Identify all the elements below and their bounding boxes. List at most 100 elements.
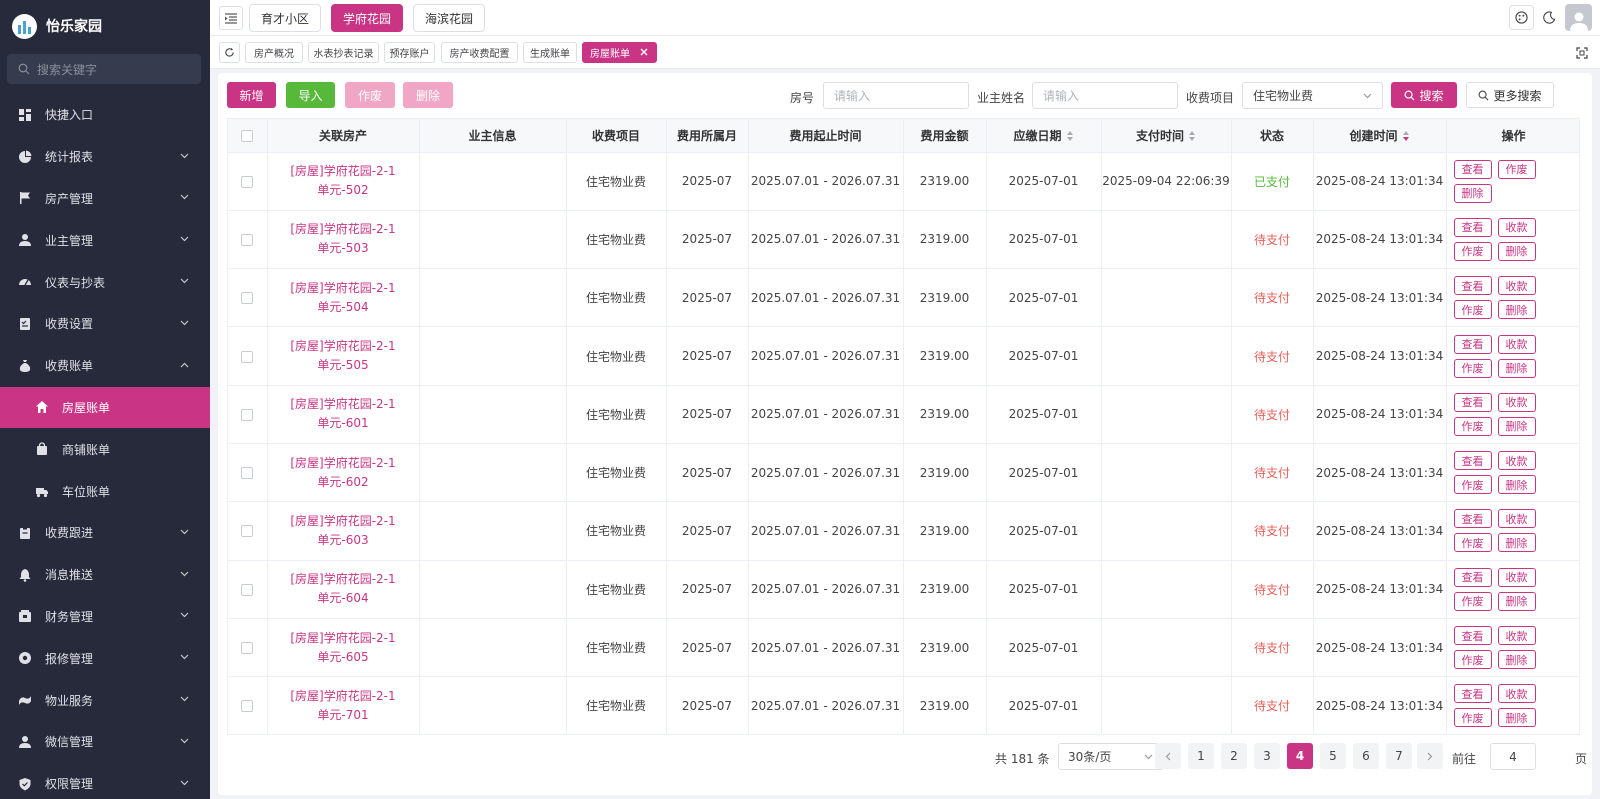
sidebar-sub-item-0[interactable]: 房屋账单 xyxy=(0,386,210,429)
row-action-button[interactable]: 收款 xyxy=(1497,217,1536,237)
project-tab-yucai[interactable]: 育才小区 xyxy=(249,4,321,32)
sidebar-item-7[interactable]: 收费跟进 xyxy=(0,512,210,554)
goto-page-input[interactable]: 4 xyxy=(1490,743,1536,770)
page-button[interactable]: 7 xyxy=(1386,743,1412,769)
row-action-button[interactable]: 删除 xyxy=(1497,416,1536,436)
sidebar-item-2[interactable]: 房产管理 xyxy=(0,178,210,220)
row-action-button[interactable]: 作废 xyxy=(1453,358,1492,378)
row-action-button[interactable]: 删除 xyxy=(1497,475,1536,495)
page-button[interactable]: 3 xyxy=(1254,743,1280,769)
page-button[interactable]: 5 xyxy=(1320,743,1346,769)
row-action-button[interactable]: 收款 xyxy=(1497,334,1536,354)
sort-desc-icon[interactable] xyxy=(1402,131,1410,142)
row-action-button[interactable]: 作废 xyxy=(1453,591,1492,611)
tag-generate-bills[interactable]: 生成账单 xyxy=(523,42,577,63)
row-action-button[interactable]: 收款 xyxy=(1497,626,1536,646)
page-button[interactable]: 1 xyxy=(1188,743,1214,769)
search-button[interactable]: 搜索 xyxy=(1391,82,1457,108)
row-action-button[interactable]: 查看 xyxy=(1453,626,1492,646)
property-link[interactable]: [房屋]学府花园-2-1单元-504 xyxy=(268,279,419,317)
tag-prepaid-accounts[interactable]: 预存账户 xyxy=(384,42,435,63)
property-link[interactable]: [房屋]学府花园-2-1单元-505 xyxy=(268,337,419,375)
property-link[interactable]: [房屋]学府花园-2-1单元-503 xyxy=(268,220,419,258)
row-action-button[interactable]: 删除 xyxy=(1497,241,1536,261)
row-action-button[interactable]: 查看 xyxy=(1453,509,1492,529)
row-action-button[interactable]: 作废 xyxy=(1453,475,1492,495)
row-checkbox[interactable] xyxy=(241,408,254,421)
row-checkbox[interactable] xyxy=(241,583,254,596)
row-action-button[interactable]: 查看 xyxy=(1453,392,1492,412)
fullscreen-icon[interactable] xyxy=(1572,43,1591,62)
property-link[interactable]: [房屋]学府花园-2-1单元-605 xyxy=(268,629,419,667)
delete-button[interactable]: 删除 xyxy=(403,82,453,108)
sidebar-item-6[interactable]: 收费账单 xyxy=(0,345,210,387)
row-action-button[interactable]: 查看 xyxy=(1453,451,1492,471)
row-action-button[interactable]: 收款 xyxy=(1497,509,1536,529)
row-checkbox[interactable] xyxy=(241,175,254,188)
row-checkbox[interactable] xyxy=(241,467,254,480)
sidebar-item-9[interactable]: 财务管理 xyxy=(0,596,210,638)
void-button[interactable]: 作废 xyxy=(345,82,395,108)
sidebar-item-1[interactable]: 统计报表 xyxy=(0,136,210,178)
col-paid-time[interactable]: 支付时间 xyxy=(1101,119,1232,153)
row-action-button[interactable]: 删除 xyxy=(1497,650,1536,670)
sidebar-sub-item-1[interactable]: 商铺账单 xyxy=(0,428,210,470)
row-action-button[interactable]: 收款 xyxy=(1497,392,1536,412)
sidebar-item-4[interactable]: 仪表与抄表 xyxy=(0,261,210,303)
row-action-button[interactable]: 作废 xyxy=(1453,650,1492,670)
row-action-button[interactable]: 作废 xyxy=(1453,708,1492,728)
refresh-icon[interactable] xyxy=(219,42,240,63)
collapse-menu-icon[interactable] xyxy=(219,6,243,30)
sidebar-sub-item-2[interactable]: 车位账单 xyxy=(0,470,210,512)
property-link[interactable]: [房屋]学府花园-2-1单元-601 xyxy=(268,395,419,433)
row-action-button[interactable]: 删除 xyxy=(1497,708,1536,728)
row-action-button[interactable]: 查看 xyxy=(1453,217,1492,237)
next-page-button[interactable] xyxy=(1417,743,1443,769)
sidebar-item-10[interactable]: 报修管理 xyxy=(0,637,210,679)
row-action-button[interactable]: 作废 xyxy=(1453,241,1492,261)
owner-filter-input[interactable]: 请输入 xyxy=(1032,82,1178,109)
row-checkbox[interactable] xyxy=(241,642,254,655)
sidebar-item-5[interactable]: 收费设置 xyxy=(0,303,210,345)
row-action-button[interactable]: 查看 xyxy=(1453,276,1492,296)
sidebar-item-8[interactable]: 消息推送 xyxy=(0,554,210,596)
row-action-button[interactable]: 删除 xyxy=(1453,183,1492,203)
sidebar-item-3[interactable]: 业主管理 xyxy=(0,219,210,261)
row-action-button[interactable]: 收款 xyxy=(1497,567,1536,587)
room-filter-input[interactable]: 请输入 xyxy=(823,82,969,109)
row-checkbox[interactable] xyxy=(241,292,254,305)
row-checkbox[interactable] xyxy=(241,350,254,363)
select-all-checkbox[interactable] xyxy=(241,129,254,142)
import-button[interactable]: 导入 xyxy=(286,82,335,108)
row-action-button[interactable]: 删除 xyxy=(1497,300,1536,320)
row-action-button[interactable]: 查看 xyxy=(1453,334,1492,354)
dark-mode-moon-icon[interactable] xyxy=(1537,5,1562,30)
row-action-button[interactable]: 作废 xyxy=(1453,416,1492,436)
sort-icon[interactable] xyxy=(1066,131,1074,142)
project-tab-binhai[interactable]: 海滨花园 xyxy=(413,4,485,32)
row-action-button[interactable]: 删除 xyxy=(1497,533,1536,553)
tag-property-overview[interactable]: 房产概况 xyxy=(245,42,303,63)
row-action-button[interactable]: 收款 xyxy=(1497,684,1536,704)
row-checkbox[interactable] xyxy=(241,233,254,246)
sidebar-item-0[interactable]: 快捷入口 xyxy=(0,94,210,136)
page-button[interactable]: 2 xyxy=(1221,743,1247,769)
row-action-button[interactable]: 删除 xyxy=(1497,591,1536,611)
row-action-button[interactable]: 查看 xyxy=(1453,159,1492,179)
sort-icon[interactable] xyxy=(1189,131,1196,142)
row-action-button[interactable]: 查看 xyxy=(1453,567,1492,587)
row-action-button[interactable]: 查看 xyxy=(1453,684,1492,704)
tag-property-fee-config[interactable]: 房产收费配置 xyxy=(441,42,518,63)
close-icon[interactable] xyxy=(639,47,649,57)
more-search-button[interactable]: 更多搜索 xyxy=(1466,82,1554,108)
row-action-button[interactable]: 收款 xyxy=(1497,451,1536,471)
row-action-button[interactable]: 删除 xyxy=(1497,358,1536,378)
user-avatar[interactable] xyxy=(1565,4,1592,31)
fee-item-select[interactable]: 住宅物业费 xyxy=(1242,82,1383,109)
add-button[interactable]: 新增 xyxy=(227,82,276,108)
row-checkbox[interactable] xyxy=(241,525,254,538)
property-link[interactable]: [房屋]学府花园-2-1单元-604 xyxy=(268,570,419,608)
sidebar-item-11[interactable]: 物业服务 xyxy=(0,679,210,721)
row-action-button[interactable]: 收款 xyxy=(1497,276,1536,296)
prev-page-button[interactable] xyxy=(1155,743,1181,769)
